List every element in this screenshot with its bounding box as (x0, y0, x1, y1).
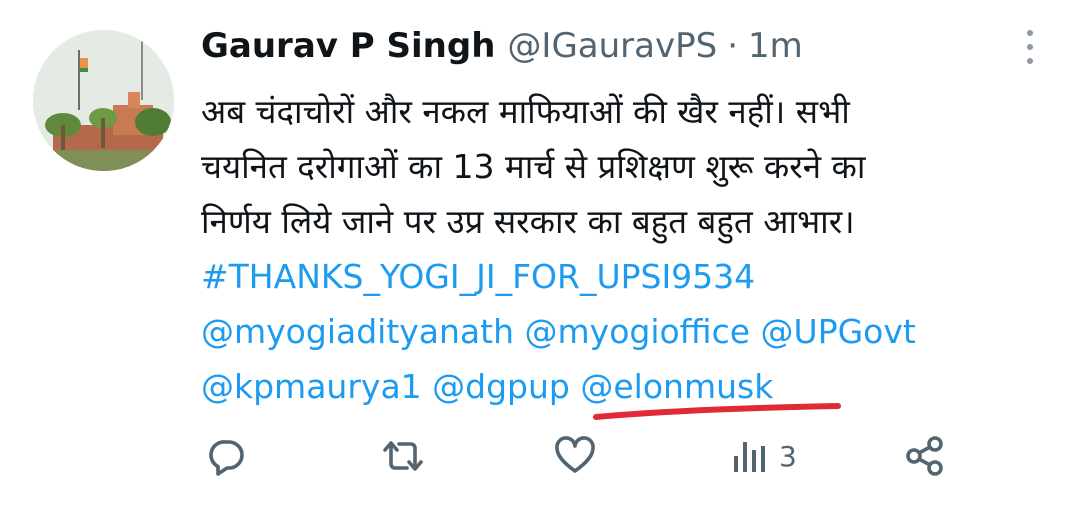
separator-dot: · (727, 26, 739, 66)
tweet-text-line: अब चंदाचोरों और नकल माफियाओं की खैर नहीं… (201, 92, 850, 131)
like-button[interactable] (553, 428, 597, 484)
retweet-button[interactable] (381, 428, 425, 484)
mention-link[interactable]: @dgpup (432, 367, 570, 406)
action-bar: 3 (201, 428, 961, 484)
reply-button[interactable] (205, 428, 249, 484)
mention-link[interactable]: @UPGovt (761, 312, 916, 351)
tweet-text-line: चयनित दरोगाओं का 13 मार्च से प्रशिक्षण श… (201, 147, 866, 186)
red-underline-annotation (593, 403, 841, 420)
mention-link[interactable]: @myogiadityanath (201, 312, 514, 351)
reply-icon (209, 440, 244, 476)
author-handle[interactable]: @IGauravPS (507, 26, 717, 66)
views-count: 3 (779, 439, 797, 473)
retweet-icon (383, 441, 423, 471)
tweet-text: अब चंदाचोरों और नकल माफियाओं की खैर नहीं… (201, 84, 1041, 414)
timestamp[interactable]: 1m (748, 26, 803, 66)
tweet-header: Gaurav P Singh @IGauravPS · 1m (201, 26, 803, 70)
mention-link[interactable]: @kpmaurya1 (201, 367, 422, 406)
avatar-image (33, 30, 174, 171)
heart-icon (555, 436, 595, 473)
tweet-text-line: निर्णय लिये जाने पर उप्र सरकार का बहुत ब… (201, 202, 855, 241)
share-button[interactable] (903, 428, 947, 484)
mention-link-highlighted[interactable]: @elonmusk (580, 367, 773, 406)
author-name[interactable]: Gaurav P Singh (201, 26, 495, 66)
share-icon (906, 436, 943, 476)
views-button[interactable]: 3 (731, 428, 797, 484)
views-icon (734, 442, 765, 472)
more-options-icon[interactable] (1018, 30, 1042, 64)
avatar[interactable] (33, 30, 174, 171)
mention-link[interactable]: @myogioffice (525, 312, 751, 351)
hashtag-link[interactable]: #THANKS_YOGI_JI_FOR_UPSI9534 (201, 257, 755, 296)
